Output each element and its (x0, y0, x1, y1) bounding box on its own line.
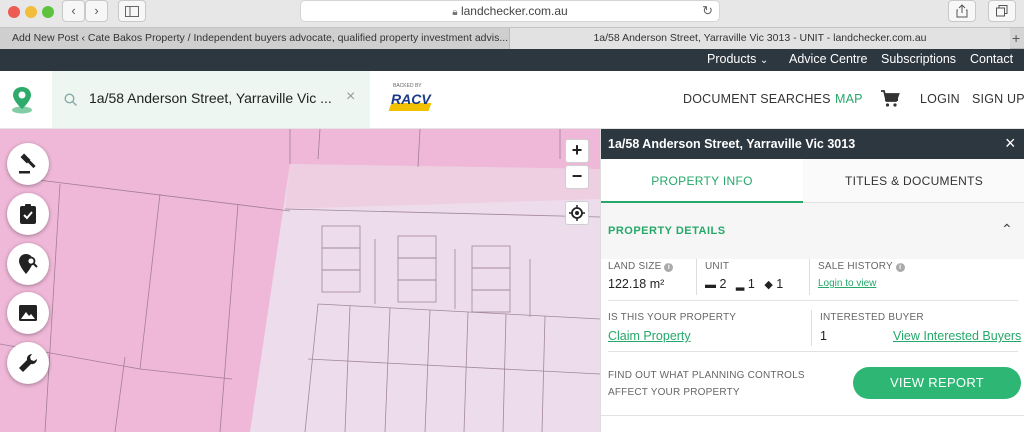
minimize-window-button[interactable] (25, 6, 37, 18)
property-details-header[interactable]: PROPERTY DETAILS ⌃ (601, 203, 1024, 259)
address-bar[interactable]: 🔒︎ landchecker.com.au ↻ (300, 0, 720, 22)
image-icon (19, 305, 37, 321)
racv-logo: BACKED BY RACV (388, 81, 434, 117)
site-top-bar: Products ⌄ Advice Centre Subscriptions C… (0, 49, 1024, 71)
land-size-value: 122.18 m² (608, 277, 665, 291)
document-searches-link[interactable]: DOCUMENT SEARCHES (683, 92, 831, 106)
products-menu[interactable]: Products ⌄ (707, 52, 768, 66)
new-tab-button[interactable]: + (1010, 28, 1024, 49)
close-window-button[interactable] (8, 6, 20, 18)
car-icon: ◆ (764, 279, 773, 291)
panel-title: 1a/58 Anderson Street, Yarraville Vic 30… (608, 137, 856, 151)
map-pin-search-icon (19, 254, 38, 274)
baths-count: 1 (747, 277, 755, 291)
tab-label: 1a/58 Anderson Street, Yarraville Vic 30… (593, 32, 927, 44)
cars-count: 1 (776, 277, 784, 291)
info-icon[interactable]: i (664, 263, 674, 272)
divider (696, 259, 697, 295)
view-report-button[interactable]: VIEW REPORT (853, 367, 1021, 399)
checklist-tool-button[interactable] (7, 193, 49, 235)
planning-prompt-line1: FIND OUT WHAT PLANNING CONTROLS (608, 370, 805, 381)
sidebar-icon (125, 6, 139, 17)
app-root: ‹ › 🔒︎ landchecker.com.au ↻ Add New Post… (0, 0, 1024, 432)
racv-text: RACV (391, 91, 431, 107)
address-search[interactable]: 1a/58 Anderson Street, Yarraville Vic ..… (52, 71, 370, 128)
contact-link[interactable]: Contact (970, 52, 1013, 66)
interested-buyer-label: INTERESTED BUYER (820, 312, 924, 323)
map-canvas[interactable]: + − (0, 129, 600, 432)
share-icon (956, 4, 968, 18)
tab-property-info[interactable]: PROPERTY INFO (601, 159, 803, 203)
browser-tab-strip: Add New Post ‹ Cate Bakos Property / Ind… (0, 27, 1024, 49)
reload-icon[interactable]: ↻ (702, 3, 713, 19)
map-link[interactable]: MAP (835, 92, 863, 106)
interested-buyer-count: 1 (820, 329, 827, 343)
close-panel-icon[interactable]: × (1005, 133, 1016, 154)
beds-count: 2 (719, 277, 727, 291)
signup-link[interactable]: SIGN UP (972, 92, 1024, 106)
imagery-tool-button[interactable] (7, 292, 49, 334)
url-text: landchecker.com.au (460, 4, 568, 18)
browser-tab-active[interactable]: 1a/58 Anderson Street, Yarraville Vic 30… (510, 28, 1010, 49)
land-size-label: LAND SIZE i (608, 261, 674, 272)
back-button[interactable]: ‹ (62, 0, 85, 22)
info-icon[interactable]: i (895, 263, 905, 272)
tools-button[interactable] (7, 342, 49, 384)
location-search-tool-button[interactable] (7, 243, 49, 285)
browser-tab[interactable]: Add New Post ‹ Cate Bakos Property / Ind… (0, 28, 510, 49)
claim-property-link[interactable]: Claim Property (608, 329, 691, 343)
share-button[interactable] (948, 0, 976, 22)
tab-label: Add New Post ‹ Cate Bakos Property / Ind… (12, 32, 509, 44)
tabs-icon (996, 5, 1008, 17)
products-label: Products (707, 52, 757, 66)
chevron-right-icon: › (94, 3, 99, 18)
car-front-icon: ▬ (705, 279, 716, 291)
racv-backed-text: BACKED BY (393, 83, 422, 89)
chevron-down-icon: ⌄ (759, 55, 769, 66)
parcel-map (0, 129, 600, 432)
wrench-icon (19, 353, 38, 372)
is-your-property-label: IS THIS YOUR PROPERTY (608, 312, 737, 323)
landchecker-logo-icon[interactable] (10, 85, 34, 115)
tab-overview-button[interactable] (988, 0, 1016, 22)
view-interested-buyers-link[interactable]: View Interested Buyers (893, 329, 1021, 343)
site-header: 1a/58 Anderson Street, Yarraville Vic ..… (0, 71, 1024, 129)
gavel-icon (19, 153, 36, 174)
divider (811, 310, 812, 346)
sale-history-login-link[interactable]: Login to view (818, 278, 876, 289)
sale-history-label: SALE HISTORY i (818, 261, 905, 272)
zoom-out-button[interactable]: − (565, 165, 589, 189)
planning-prompt-line2: AFFECT YOUR PROPERTY (608, 387, 740, 398)
search-input[interactable]: 1a/58 Anderson Street, Yarraville Vic ..… (89, 90, 332, 106)
crosshair-icon (569, 205, 585, 221)
property-panel: 1a/58 Anderson Street, Yarraville Vic 30… (600, 129, 1024, 432)
tab-titles-documents[interactable]: TITLES & DOCUMENTS (803, 159, 1024, 203)
auction-tool-button[interactable] (7, 143, 49, 185)
search-icon (64, 93, 77, 106)
divider (601, 415, 1024, 416)
sidebar-toggle-button[interactable] (118, 0, 146, 22)
browser-toolbar: ‹ › 🔒︎ landchecker.com.au ↻ (0, 0, 1024, 27)
zoom-window-button[interactable] (42, 6, 54, 18)
advice-centre-link[interactable]: Advice Centre (789, 52, 868, 66)
chevron-left-icon: ‹ (71, 3, 76, 18)
clear-search-icon[interactable]: × (346, 88, 355, 106)
cart-icon[interactable] (880, 90, 900, 108)
locate-me-button[interactable] (565, 201, 589, 225)
chevron-up-icon[interactable]: ⌃ (1001, 221, 1013, 238)
login-link[interactable]: LOGIN (920, 92, 960, 106)
lock-icon: 🔒︎ (452, 7, 458, 18)
forward-button[interactable]: › (85, 0, 108, 22)
divider (608, 300, 1018, 301)
divider (608, 351, 1018, 352)
zoom-in-button[interactable]: + (565, 139, 589, 163)
clipboard-check-icon (20, 204, 36, 224)
unit-features: ▬ 2 ▂ 1 ◆ 1 (705, 277, 783, 291)
unit-label: UNIT (705, 261, 730, 272)
divider (809, 259, 810, 295)
section-title: PROPERTY DETAILS (608, 225, 726, 237)
bath-icon: ▂ (735, 279, 745, 291)
panel-header: 1a/58 Anderson Street, Yarraville Vic 30… (601, 129, 1024, 159)
subscriptions-link[interactable]: Subscriptions (881, 52, 956, 66)
